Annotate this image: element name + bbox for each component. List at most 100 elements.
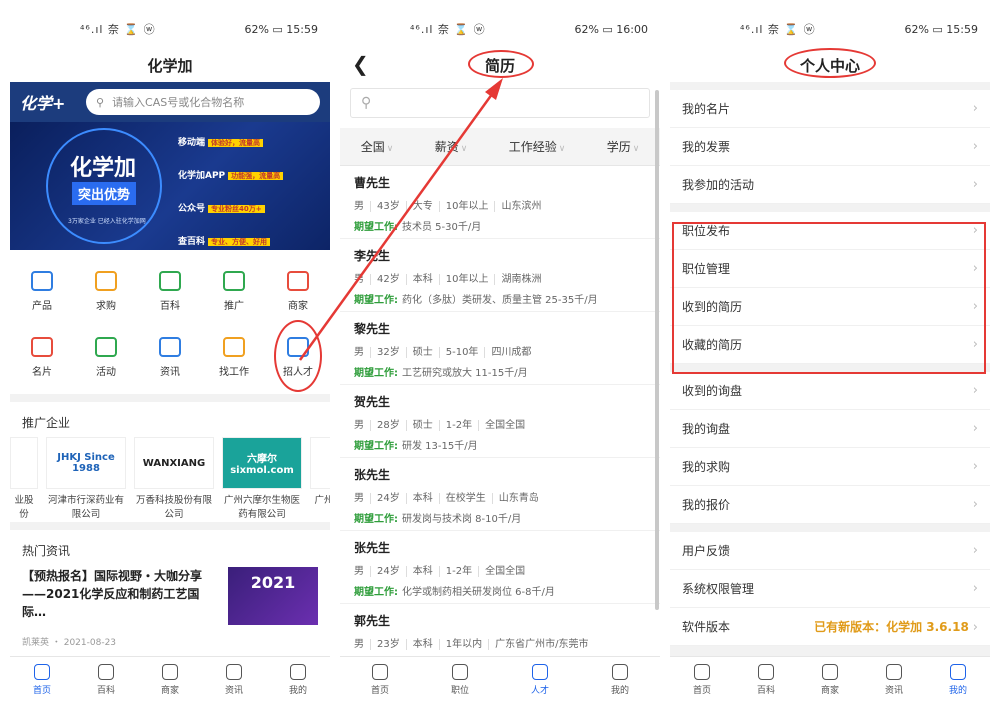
annotation-circle bbox=[784, 48, 876, 78]
tab-home[interactable]: 首页 bbox=[340, 657, 420, 702]
tab-home[interactable]: 首页 bbox=[10, 657, 74, 702]
tab-user[interactable]: 我的 bbox=[580, 657, 660, 702]
filter-label: 全国 bbox=[360, 140, 385, 154]
grid-item-store[interactable]: 产品 bbox=[10, 258, 74, 324]
home-screen: ⁴⁶.ıl 奈 ⌛ ⓦ 62% ▭ 15:59 化学加 化学+ ⚲ 请输入CAS… bbox=[10, 10, 330, 702]
search-area: ⚲ bbox=[340, 82, 660, 128]
menu-item[interactable]: 我的名片 › bbox=[670, 90, 990, 128]
filter-dropdown[interactable]: 全国 ∨ bbox=[361, 138, 394, 155]
company-card[interactable]: 广州 bbox=[310, 437, 330, 522]
feature-desc-line bbox=[178, 215, 318, 223]
grid-item-megaphone[interactable]: 活动 bbox=[74, 324, 138, 390]
company-card[interactable]: WANXIANG 万香科技股份有限公司 bbox=[134, 437, 214, 522]
resume-item[interactable]: 曹先生男 43岁 大专 10年以上 山东滨州 期望工作: 技术员 5-30千/月 bbox=[340, 166, 660, 239]
resume-item[interactable]: 张先生男 24岁 本科 在校学生 山东青岛 期望工作: 研发岗与技术岗 8-10千/月 bbox=[340, 458, 660, 531]
battery-indicator: 62% ▭ bbox=[904, 22, 943, 36]
menu-item[interactable]: 收到的询盘 › bbox=[670, 372, 990, 410]
info-field: 男 bbox=[354, 639, 364, 650]
company-logo: JHKJ Since 1988 bbox=[46, 437, 126, 489]
info-field: 10年以上 bbox=[438, 274, 489, 285]
filter-dropdown[interactable]: 工作经验 ∨ bbox=[509, 138, 566, 155]
grid-item-label: 百科 bbox=[160, 300, 180, 312]
scrollbar[interactable] bbox=[655, 90, 659, 610]
resume-item[interactable]: 李先生男 42岁 本科 10年以上 湖南株洲 期望工作: 药化（多肽）类研发、质量主管 25… bbox=[340, 239, 660, 312]
resume-item[interactable]: 张先生男 24岁 本科 1-2年 全国全国 期望工作: 化学或制药相关研发岗位 6-8千/月 bbox=[340, 531, 660, 604]
expected-job: 期望工作: 技术员 5-30千/月 bbox=[354, 218, 646, 233]
menu-item[interactable]: 我参加的活动 › bbox=[670, 166, 990, 204]
menu-item-right: › bbox=[973, 459, 978, 474]
menu-item[interactable]: 用户反馈 › bbox=[670, 532, 990, 570]
menu-item-label: 我的名片 bbox=[682, 102, 731, 116]
back-arrow-icon[interactable]: ❮ bbox=[352, 52, 369, 76]
news-headline: 【预热报名】国际视野・大咖分享——2021化学反应和制药工艺国际… bbox=[22, 569, 203, 619]
company-card[interactable]: 业股份 bbox=[10, 437, 38, 522]
company-name: 广州 bbox=[314, 495, 330, 506]
tab-briefcase[interactable]: 职位 bbox=[420, 657, 500, 702]
tab-user[interactable]: 我的 bbox=[926, 657, 990, 702]
info-field: 23岁 bbox=[370, 639, 400, 650]
tab-shop[interactable]: 商家 bbox=[138, 657, 202, 702]
menu-item[interactable]: 我的询盘 › bbox=[670, 410, 990, 448]
app-logo: 化学+ bbox=[20, 94, 66, 113]
menu-item[interactable]: 系统权限管理 › bbox=[670, 570, 990, 608]
tab-shop[interactable]: 商家 bbox=[798, 657, 862, 702]
candidate-name: 李先生 bbox=[354, 249, 391, 263]
candidate-name: 张先生 bbox=[354, 541, 391, 555]
menu-item[interactable]: 我的报价 › bbox=[670, 486, 990, 524]
info-field: 43岁 bbox=[370, 201, 400, 212]
menu-item[interactable]: 我的发票 › bbox=[670, 128, 990, 166]
expected-job: 期望工作: 研发 13-15千/月 bbox=[354, 437, 646, 452]
expected-job: 期望工作: 化学或制药相关研发岗位 6-8千/月 bbox=[354, 583, 646, 598]
news-icon bbox=[886, 663, 902, 680]
tab-book-search[interactable]: 百科 bbox=[734, 657, 798, 702]
resume-item[interactable]: 贺先生男 28岁 硕士 1-2年 全国全国 期望工作: 研发 13-15千/月 bbox=[340, 385, 660, 458]
resume-screen: ⁴⁶.ıl 奈 ⌛ ⓦ 62% ▭ 16:00 ❮ 简历 ⚲ 全国 ∨ 薪资 ∨ 工作经… bbox=[340, 10, 660, 702]
menu-item[interactable]: 我的求购 › bbox=[670, 448, 990, 486]
grid-item-edit[interactable]: 求购 bbox=[74, 258, 138, 324]
grid-item-briefcase[interactable]: 找工作 bbox=[202, 324, 266, 390]
tab-label: 首页 bbox=[692, 685, 711, 696]
news-item[interactable]: 【预热报名】国际视野・大咖分享——2021化学反应和制药工艺国际… 凯莱英 ・ … bbox=[10, 565, 330, 658]
resume-item[interactable]: 黎先生男 32岁 硕士 5-10年 四川成都 期望工作: 工艺研究或放大 11-15千/月 bbox=[340, 312, 660, 385]
candidate-name: 郭先生 bbox=[354, 614, 391, 628]
info-field: 山东青岛 bbox=[491, 493, 539, 504]
grid-item-card[interactable]: 名片 bbox=[10, 324, 74, 390]
expected-job: 期望工作: 研发岗与技术岗 8-10千/月 bbox=[354, 510, 646, 525]
expected-job-label: 期望工作: bbox=[354, 441, 398, 452]
chevron-right-icon: › bbox=[972, 620, 978, 635]
tab-book-search[interactable]: 百科 bbox=[74, 657, 138, 702]
menu-item-right: › bbox=[973, 543, 978, 558]
feature-desc-line bbox=[178, 149, 318, 157]
filter-dropdown[interactable]: 薪资 ∨ bbox=[435, 138, 468, 155]
tab-user[interactable]: 我的 bbox=[266, 657, 330, 702]
grid-item-crown[interactable]: 推广 bbox=[202, 258, 266, 324]
tab-news[interactable]: 资讯 bbox=[202, 657, 266, 702]
tab-label: 我的 bbox=[948, 685, 967, 696]
tab-home[interactable]: 首页 bbox=[670, 657, 734, 702]
grid-item-news[interactable]: 资讯 bbox=[138, 324, 202, 390]
search-input[interactable]: ⚲ 请输入CAS号或化合物名称 bbox=[86, 89, 320, 115]
menu-item[interactable]: 软件版本 已有新版本：化学加 3.6.18 › bbox=[670, 608, 990, 646]
filter-dropdown[interactable]: 学历 ∨ bbox=[607, 138, 640, 155]
expected-job-label: 期望工作: bbox=[354, 295, 398, 306]
user-icon bbox=[612, 663, 628, 680]
tab-graduation-cap[interactable]: 人才 bbox=[500, 657, 580, 702]
tab-news[interactable]: 资讯 bbox=[862, 657, 926, 702]
search-input[interactable]: ⚲ bbox=[350, 88, 650, 118]
news-icon bbox=[159, 336, 181, 357]
grid-item-label: 求购 bbox=[96, 300, 116, 312]
chevron-down-icon: ∨ bbox=[558, 144, 566, 154]
grid-item-book[interactable]: 百科 bbox=[138, 258, 202, 324]
grid-item-tie[interactable]: 招人才 bbox=[266, 320, 330, 392]
grid-item-shop[interactable]: 商家 bbox=[266, 258, 330, 324]
company-carousel[interactable]: 业股份 JHKJ Since 1988 河津市行深药业有限公司 WANXIANG 万香科… bbox=[10, 437, 330, 522]
tab-label: 百科 bbox=[756, 685, 775, 696]
battery-indicator: 62% ▭ bbox=[574, 22, 613, 36]
company-card[interactable]: JHKJ Since 1988 河津市行深药业有限公司 bbox=[46, 437, 126, 522]
company-card[interactable]: 六摩尔 sixmol.com 广州六摩尔生物医药有限公司 bbox=[222, 437, 302, 522]
info-field: 本科 bbox=[405, 639, 433, 650]
chevron-down-icon: ∨ bbox=[386, 144, 394, 154]
promo-banner[interactable]: 化学加 突出优势 3万家企业 已经入驻化学加网 移动端 体验好，流量高 化学加APP… bbox=[10, 122, 330, 250]
expected-job-label: 期望工作: bbox=[354, 514, 398, 525]
info-field: 在校学生 bbox=[438, 493, 486, 504]
